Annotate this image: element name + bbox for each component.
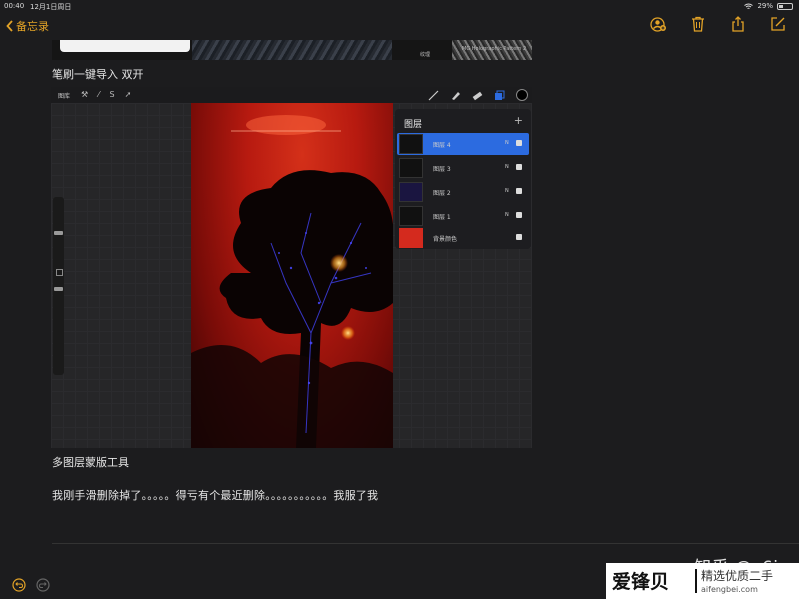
procreate-left-tools: ⚒ ⁄ S ➚ [81, 90, 131, 99]
status-bar: 00:40 12月1日周日 29% [0, 0, 799, 14]
procreate-topbar: 图库 ⚒ ⁄ S ➚ [51, 87, 532, 103]
note-paragraph[interactable]: 我刚手滑删除掉了。。。。。得亏有个最近删除。。。。。。。。。。。我服了我 [52, 487, 378, 503]
transform-icon: ➚ [124, 90, 132, 99]
person-add-icon [649, 16, 666, 32]
brand-name: 爱锋贝 [612, 571, 670, 593]
add-layer-icon: + [513, 114, 523, 127]
status-date: 12月1日周日 [30, 3, 72, 11]
layers-panel: 图层 + 图层 4 N 图层 3 N 图层 2 N 图层 1 N 背景颜色 [395, 109, 531, 249]
layer-row: 图层 1 N [397, 205, 529, 227]
layer-thumbnail [399, 134, 423, 154]
share-collaborate-button[interactable] [649, 15, 667, 33]
delete-button[interactable] [689, 15, 707, 33]
layer-row: 图层 2 N [397, 181, 529, 203]
gallery-label: 图库 [58, 93, 71, 100]
background-layer-row: 背景颜色 [397, 227, 529, 249]
layers-icon [495, 90, 505, 100]
procreate-screenshot: 图库 ⚒ ⁄ S ➚ 图层 + 图层 4 N 图层 3 N 图层 2 N 图层 … [51, 87, 532, 448]
compose-button[interactable] [769, 15, 787, 33]
tree-illustration [191, 115, 393, 448]
battery-icon [777, 2, 793, 10]
layer-blend-mode: N [505, 164, 509, 170]
back-label: 备忘录 [16, 20, 49, 33]
brand-divider [695, 569, 697, 593]
layer-row: 图层 3 N [397, 157, 529, 179]
layer-blend-mode: N [505, 188, 509, 194]
eyedropper-icon [56, 269, 63, 276]
brand-site: aifengbei.com [701, 585, 758, 594]
battery-percent: 29% [757, 2, 773, 10]
layer-thumbnail [399, 182, 423, 202]
selection-icon: S [109, 90, 115, 99]
share-button[interactable] [729, 15, 747, 33]
layer-thumbnail [399, 206, 423, 226]
status-time: 00:40 [4, 2, 25, 10]
background-color-swatch [399, 228, 423, 248]
magic-wand-icon: ⁄ [98, 90, 100, 99]
undo-icon[interactable] [12, 578, 26, 592]
artwork-tree [191, 103, 393, 448]
note-toolbar [649, 15, 787, 33]
share-icon [732, 16, 744, 32]
slider-knob [54, 231, 63, 235]
texture-preview [192, 40, 392, 60]
layer-visibility-checkbox [516, 234, 522, 240]
cropped-ui-panel [60, 40, 190, 52]
layers-title: 图层 [404, 120, 423, 130]
procreate-right-tools [428, 89, 528, 101]
divider [52, 543, 799, 544]
status-right: 29% [744, 2, 793, 10]
back-button[interactable]: 备忘录 [6, 18, 49, 34]
layer-name: 图层 2 [433, 190, 451, 197]
strip-label: 纹理 [420, 52, 431, 58]
slider-knob [54, 287, 63, 291]
note-heading-mask: 多图层蒙版工具 [52, 456, 129, 469]
layer-row: 图层 4 N [397, 133, 529, 155]
note-heading-import: 笔刷一键导入 双开 [52, 68, 144, 81]
undo-redo-group [12, 578, 50, 592]
wifi-icon [744, 3, 754, 9]
brand-watermark: 爱锋贝 精选优质二手 aifengbei.com [606, 563, 799, 599]
trash-icon [692, 16, 704, 32]
color-swatch-icon [516, 89, 528, 101]
chevron-left-icon [6, 20, 13, 32]
brand-slogan: 精选优质二手 [701, 569, 774, 583]
redo-icon[interactable] [36, 578, 50, 592]
layer-visibility-checkbox [516, 164, 522, 170]
layer-thumbnail [399, 158, 423, 178]
layer-blend-mode: N [505, 140, 509, 146]
brush-icon [428, 90, 439, 100]
layer-visibility-checkbox [516, 140, 522, 146]
smudge-icon [452, 91, 460, 100]
cropped-image-top: 纹理 MG Holographic Pattern 2 [52, 40, 532, 60]
layer-visibility-checkbox [516, 212, 522, 218]
layer-name: 图层 1 [433, 214, 451, 221]
strip-brush-name: MG Holographic Pattern 2 [462, 46, 527, 52]
layer-blend-mode: N [505, 212, 509, 218]
layer-name: 图层 4 [433, 142, 451, 149]
layer-visibility-checkbox [516, 188, 522, 194]
layer-name: 图层 3 [433, 166, 451, 173]
background-layer-name: 背景颜色 [433, 236, 458, 243]
brush-size-slider [53, 197, 64, 375]
wrench-icon: ⚒ [81, 90, 89, 99]
compose-icon [771, 17, 785, 31]
eraser-icon [472, 91, 483, 100]
